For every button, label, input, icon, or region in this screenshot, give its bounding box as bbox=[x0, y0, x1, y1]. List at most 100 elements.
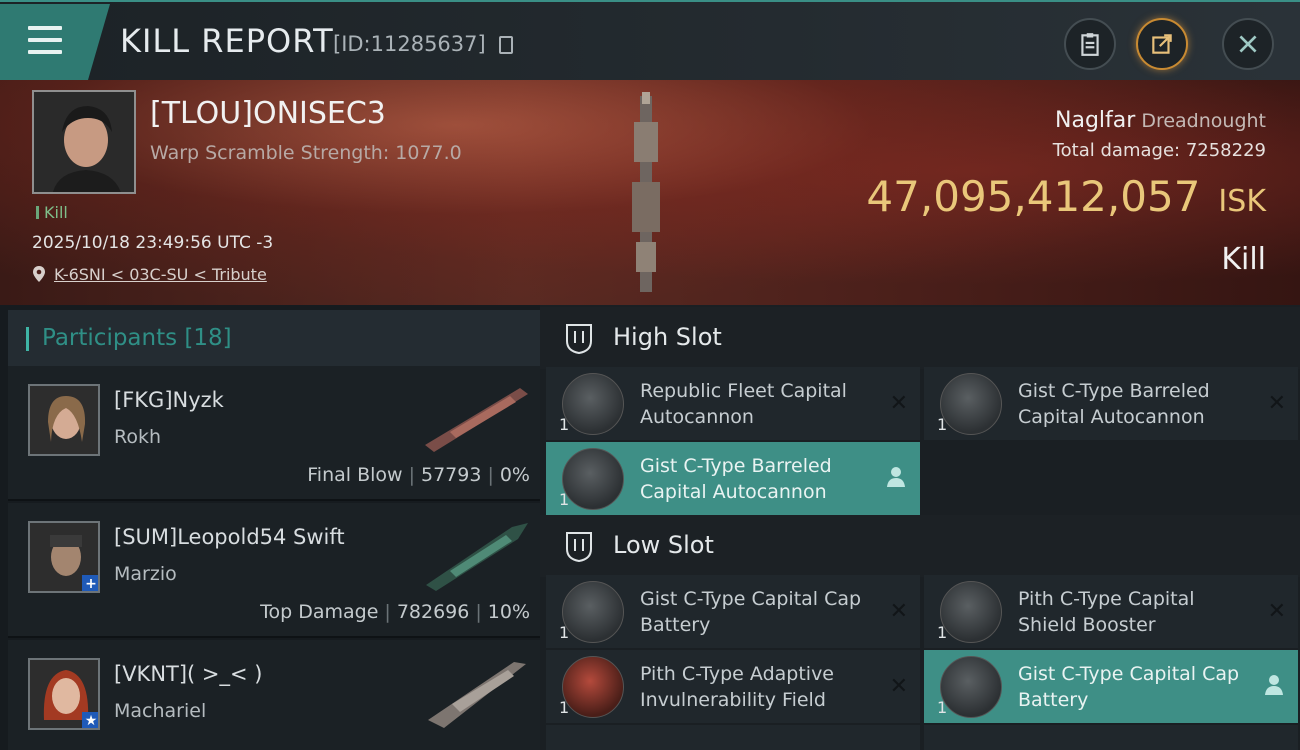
participant-stats: Final Blow | 57793 | 0% bbox=[307, 464, 530, 486]
share-icon bbox=[1152, 34, 1172, 54]
victim-ship-image bbox=[632, 92, 660, 292]
hamburger-icon-bar bbox=[28, 38, 62, 42]
kill-outcome: Kill bbox=[1221, 242, 1266, 277]
invulnerability-field-icon bbox=[562, 656, 624, 718]
module-qty: 1 bbox=[937, 623, 948, 642]
destroyed-x-icon: ✕ bbox=[1267, 599, 1286, 624]
hamburger-icon bbox=[28, 26, 62, 30]
avatar: + bbox=[28, 521, 100, 593]
participant-ship: Marzio bbox=[114, 563, 177, 585]
avatar bbox=[28, 384, 100, 456]
participant-percent: 10% bbox=[487, 601, 530, 623]
low-slot-header: Low Slot bbox=[540, 515, 1300, 577]
participant-damage: 57793 bbox=[420, 464, 482, 486]
dropped-person-icon bbox=[1265, 675, 1283, 695]
victim-ship-class: Dreadnought bbox=[1141, 110, 1266, 132]
module-item-partial[interactable] bbox=[924, 725, 1298, 750]
module-qty: 1 bbox=[937, 698, 948, 717]
participant-stats: Top Damage | 782696 | 10% bbox=[260, 601, 530, 623]
module-name: Gist C-Type Barreled Capital Autocannon bbox=[1018, 380, 1210, 428]
victim-name[interactable]: [TLOU]ONISEC3 bbox=[150, 96, 386, 131]
participant-row[interactable]: [FKG]Nyzk Rokh Final Blow | 57793 | 0% bbox=[8, 366, 540, 501]
star-badge: ★ bbox=[82, 712, 98, 728]
participant-row[interactable]: + [SUM]Leopold54 Swift Marzio Top Damage… bbox=[8, 503, 540, 638]
participant-name[interactable]: [SUM]Leopold54 Swift bbox=[114, 525, 345, 549]
autocannon-icon bbox=[562, 373, 624, 435]
isk-unit: ISK bbox=[1218, 184, 1266, 219]
cap-battery-icon bbox=[562, 581, 624, 643]
autocannon-icon bbox=[562, 448, 624, 510]
participants-header: Participants [18] bbox=[8, 310, 540, 366]
dropped-person-icon bbox=[887, 467, 905, 487]
participant-row[interactable]: ★ [VKNT]( >_< ) Machariel bbox=[8, 640, 540, 750]
participant-name[interactable]: [VKNT]( >_< ) bbox=[114, 662, 263, 686]
kill-location[interactable]: K-6SNI < 03C-SU < Tribute bbox=[32, 265, 267, 284]
module-item[interactable]: 1 Pith C-Type Capital Shield Booster ✕ bbox=[924, 575, 1298, 648]
participants-label: Participants bbox=[42, 325, 178, 351]
hamburger-icon-bar bbox=[28, 50, 62, 54]
menu-button[interactable] bbox=[0, 4, 110, 80]
module-item-partial[interactable] bbox=[546, 725, 920, 750]
autocannon-icon bbox=[940, 373, 1002, 435]
location-pin-icon bbox=[33, 266, 45, 282]
module-name: Gist C-Type Barreled Capital Autocannon bbox=[640, 455, 832, 503]
fitting-panel: High Slot 1 Republic Fleet Capital Autoc… bbox=[540, 305, 1300, 750]
high-slot-label: High Slot bbox=[613, 323, 722, 351]
victim-ship[interactable]: Naglfar Dreadnought bbox=[1055, 108, 1266, 133]
kill-id: [ID:11285637] bbox=[333, 32, 486, 56]
low-slot-icon bbox=[566, 532, 592, 563]
module-item[interactable]: 1 Pith C-Type Adaptive Invulnerability F… bbox=[546, 650, 920, 723]
participant-ship: Rokh bbox=[114, 426, 162, 448]
module-item[interactable]: 1 Gist C-Type Barreled Capital Autocanno… bbox=[924, 367, 1298, 440]
total-damage-value: 7258229 bbox=[1185, 140, 1266, 161]
module-qty: 1 bbox=[937, 415, 948, 434]
participant-damage: 782696 bbox=[396, 601, 470, 623]
module-name: Pith C-Type Capital Shield Booster bbox=[1018, 588, 1195, 636]
module-item[interactable]: 1 Gist C-Type Capital Cap Battery ✕ bbox=[546, 575, 920, 648]
destroyed-x-icon: ✕ bbox=[889, 599, 908, 624]
participants-panel: Participants [18] [FKG]Nyzk Rokh Final B… bbox=[0, 305, 540, 750]
module-qty: 1 bbox=[559, 490, 570, 509]
share-button[interactable] bbox=[1136, 18, 1188, 70]
participants-title: Participants [18] bbox=[42, 325, 232, 351]
close-button[interactable] bbox=[1222, 18, 1274, 70]
participant-name[interactable]: [FKG]Nyzk bbox=[114, 388, 224, 412]
kill-tag-label: Kill bbox=[44, 203, 68, 222]
kill-marker bbox=[36, 206, 39, 219]
avatar: ★ bbox=[28, 658, 100, 730]
kill-datetime: 2025/10/18 23:49:56 UTC -3 bbox=[32, 233, 274, 253]
module-item[interactable]: 1 Republic Fleet Capital Autocannon ✕ bbox=[546, 367, 920, 440]
page-title: KILL REPORT bbox=[120, 22, 334, 60]
participant-ship: Machariel bbox=[114, 700, 207, 722]
participant-ship-image bbox=[425, 388, 528, 452]
low-slot-label: Low Slot bbox=[613, 531, 714, 559]
shield-booster-icon bbox=[940, 581, 1002, 643]
victim-ship-name: Naglfar bbox=[1055, 108, 1136, 133]
cap-battery-icon bbox=[940, 656, 1002, 718]
high-slot-icon bbox=[566, 324, 592, 355]
module-name: Republic Fleet Capital Autocannon bbox=[640, 380, 847, 428]
total-damage-label: Total damage: bbox=[1052, 140, 1181, 161]
module-item[interactable]: 1 Gist C-Type Capital Cap Battery bbox=[924, 650, 1298, 723]
module-item[interactable]: 1 Gist C-Type Barreled Capital Autocanno… bbox=[546, 442, 920, 515]
module-qty: 1 bbox=[559, 698, 570, 717]
participants-count: [18] bbox=[184, 325, 232, 351]
victim-portrait[interactable] bbox=[32, 90, 136, 194]
clipboard-button[interactable] bbox=[1064, 18, 1116, 70]
warp-scramble-strength: Warp Scramble Strength: 1077.0 bbox=[150, 142, 462, 164]
destroyed-x-icon: ✕ bbox=[889, 391, 908, 416]
isk-amount: 47,095,412,057 bbox=[866, 172, 1201, 221]
module-name: Pith C-Type Adaptive Invulnerability Fie… bbox=[640, 663, 834, 711]
participant-percent: 0% bbox=[499, 464, 530, 486]
copy-icon[interactable] bbox=[499, 36, 513, 54]
module-name: Gist C-Type Capital Cap Battery bbox=[1018, 663, 1240, 711]
close-icon bbox=[1239, 35, 1257, 53]
destroyed-x-icon: ✕ bbox=[889, 674, 908, 699]
participant-role: Top Damage bbox=[260, 601, 379, 623]
location-link[interactable]: K-6SNI < 03C-SU < Tribute bbox=[54, 265, 267, 284]
module-qty: 1 bbox=[559, 415, 570, 434]
participant-ship-image bbox=[426, 523, 528, 591]
module-name: Gist C-Type Capital Cap Battery bbox=[640, 588, 862, 636]
high-slot-header: High Slot bbox=[540, 307, 1300, 369]
module-qty: 1 bbox=[559, 623, 570, 642]
